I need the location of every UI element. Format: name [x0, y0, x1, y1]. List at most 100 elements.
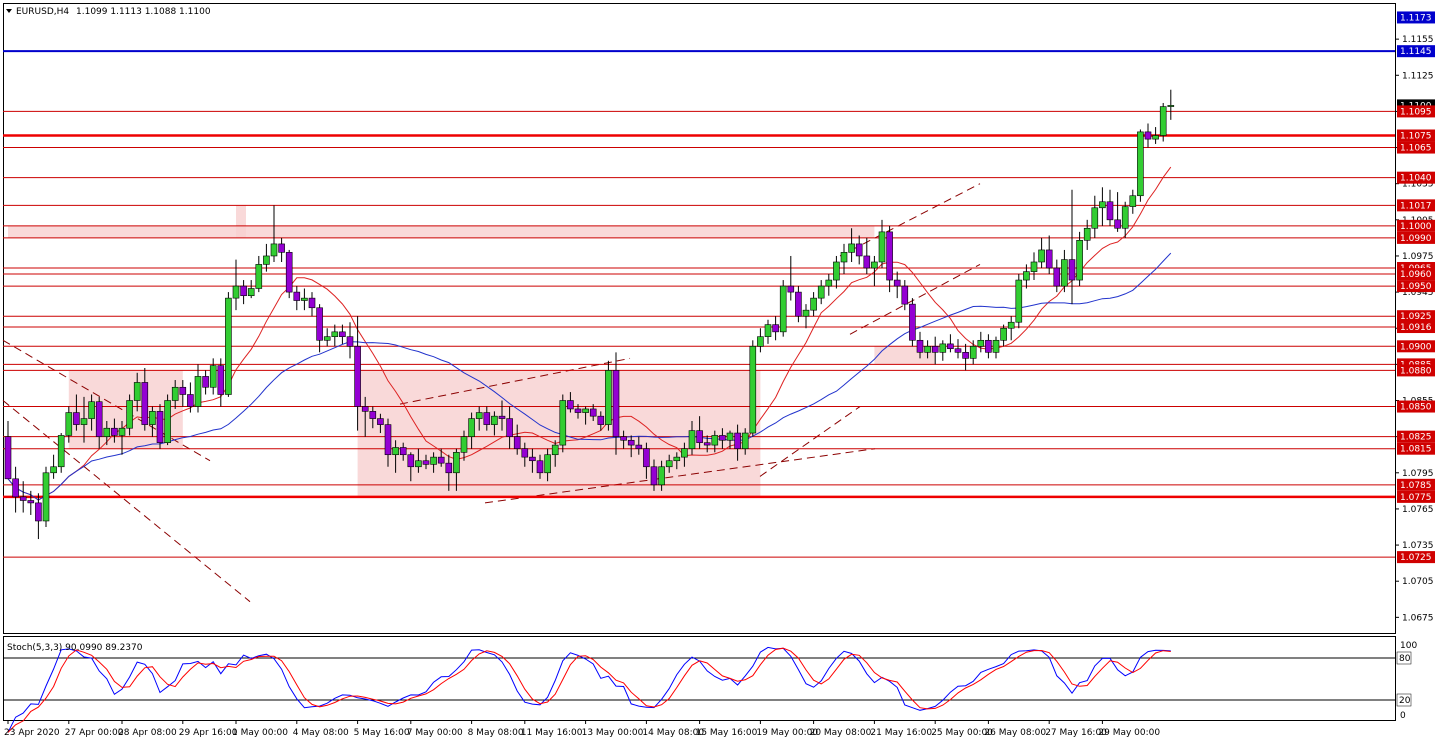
candle-body — [339, 331, 346, 337]
time-tick-label: 27 Apr 00:00 — [65, 728, 124, 738]
candle — [1159, 102, 1167, 142]
candle-body — [848, 243, 855, 253]
price-label-box: 1.1173 — [1397, 11, 1435, 24]
chart-header: EURUSD,H4 1.1099 1.1113 1.1088 1.1100 — [6, 7, 211, 17]
candle-body — [308, 297, 316, 309]
candle-body — [939, 343, 947, 353]
time-tick-label: 8 May 08:00 — [468, 728, 524, 738]
candle-body — [88, 401, 95, 419]
candle — [779, 280, 787, 337]
time-tick-label: 21 May 16:00 — [870, 728, 932, 738]
candle-body — [179, 386, 187, 395]
candle-body — [871, 261, 878, 269]
candle-body — [1083, 227, 1091, 241]
candle-body — [711, 435, 719, 446]
candle-body — [878, 231, 886, 263]
candle-body — [217, 365, 225, 395]
candle-body — [103, 427, 111, 437]
candle-body — [513, 436, 521, 449]
price-label-text: 1.1065 — [1400, 144, 1432, 154]
price-tick-label: 1.0705 — [1402, 577, 1434, 587]
price-label-text: 1.1000 — [1400, 222, 1432, 232]
price-label-text: 1.0880 — [1400, 366, 1432, 376]
price-label-text: 1.0960 — [1400, 270, 1432, 280]
price-label-box: 1.0880 — [1397, 364, 1435, 377]
candle-body — [1144, 131, 1152, 140]
candle-body — [696, 430, 703, 443]
candle-body — [225, 297, 232, 395]
candle-body — [893, 279, 901, 287]
candle-body — [643, 448, 650, 468]
time-tick-label: 11 May 16:00 — [521, 728, 583, 738]
candle-body — [795, 291, 802, 317]
time-tick-label: 29 May 00:00 — [1098, 728, 1160, 738]
candle-body — [741, 432, 749, 449]
candle-body — [141, 382, 149, 425]
candle-body — [536, 460, 544, 474]
candle-body — [855, 243, 863, 257]
candle-body — [650, 466, 658, 486]
time-tick-label: 29 Apr 16:00 — [179, 728, 238, 738]
price-label-box: 1.0916 — [1397, 321, 1435, 334]
time-tick-label: 1 May 00:00 — [232, 728, 288, 738]
price-label-box: 1.1095 — [1397, 105, 1435, 118]
candle-body — [863, 255, 871, 269]
price-label-box: 1.0990 — [1397, 231, 1435, 244]
candle-body — [1099, 201, 1106, 209]
candle-body — [985, 339, 992, 353]
candle-body — [817, 285, 825, 299]
price-label-box: 1.0850 — [1397, 400, 1435, 413]
candle-body — [392, 447, 399, 456]
candle-body — [969, 346, 977, 359]
candle-body — [673, 456, 681, 462]
candle-body — [354, 346, 361, 407]
candle-body — [149, 411, 156, 425]
time-tick-label: 15 May 16:00 — [696, 728, 758, 738]
trading-chart[interactable]: 1.11551.11251.10951.10651.10351.10051.09… — [0, 0, 1436, 743]
price-label-text: 1.0916 — [1400, 323, 1432, 333]
price-tick-label: 1.0975 — [1402, 252, 1434, 262]
candle-body — [1030, 261, 1038, 272]
candle-body — [1076, 240, 1083, 281]
time-tick-label: 20 May 08:00 — [810, 728, 872, 738]
price-labels: 1.11731.11451.11001.10951.10751.10651.10… — [1397, 11, 1435, 564]
candle-body — [589, 408, 597, 417]
candle-body — [1045, 249, 1053, 269]
candle-body — [209, 365, 217, 388]
candle-body — [156, 411, 164, 443]
candle-body — [1068, 259, 1076, 281]
price-label-text: 1.0815 — [1400, 445, 1432, 455]
price-label-box: 1.0785 — [1397, 478, 1435, 491]
candle-body — [779, 285, 787, 333]
candle-body — [126, 400, 133, 429]
candle-body — [422, 460, 430, 465]
candle-body — [323, 336, 331, 341]
price-label-box: 1.0815 — [1397, 442, 1435, 455]
candle — [57, 433, 65, 473]
price-label-box: 1.0900 — [1397, 340, 1435, 353]
stoch-plot-frame — [3, 636, 1396, 721]
candle-body — [171, 386, 179, 401]
ohlc-values: 1.1099 1.1113 1.1088 1.1100 — [76, 7, 211, 17]
candle-body — [658, 466, 665, 486]
candle-body — [627, 439, 635, 446]
time-axis: 23 Apr 2020 27 Apr 00:0028 Apr 08:00 29 Ap… — [4, 720, 1160, 738]
candle-body — [612, 370, 620, 437]
candle-body — [247, 288, 255, 297]
price-tick-label: 1.1155 — [1402, 35, 1434, 45]
candle-body — [719, 435, 726, 441]
candle-body — [35, 502, 42, 522]
candle — [1015, 274, 1023, 329]
candle-body — [95, 401, 103, 437]
candle-body — [1167, 105, 1175, 107]
candle-body — [772, 324, 779, 333]
price-label-box: 1.0825 — [1397, 430, 1435, 443]
price-tick-label: 1.0735 — [1402, 541, 1434, 551]
stoch-label: Stoch(5,3,3) 90.0990 89.2370 — [7, 643, 143, 653]
candle-body — [80, 418, 88, 425]
candle-body — [529, 456, 536, 462]
candle-body — [825, 279, 833, 287]
price-tick-label: 1.0675 — [1402, 613, 1434, 623]
candle-body — [369, 411, 377, 419]
candle-body — [133, 382, 141, 401]
